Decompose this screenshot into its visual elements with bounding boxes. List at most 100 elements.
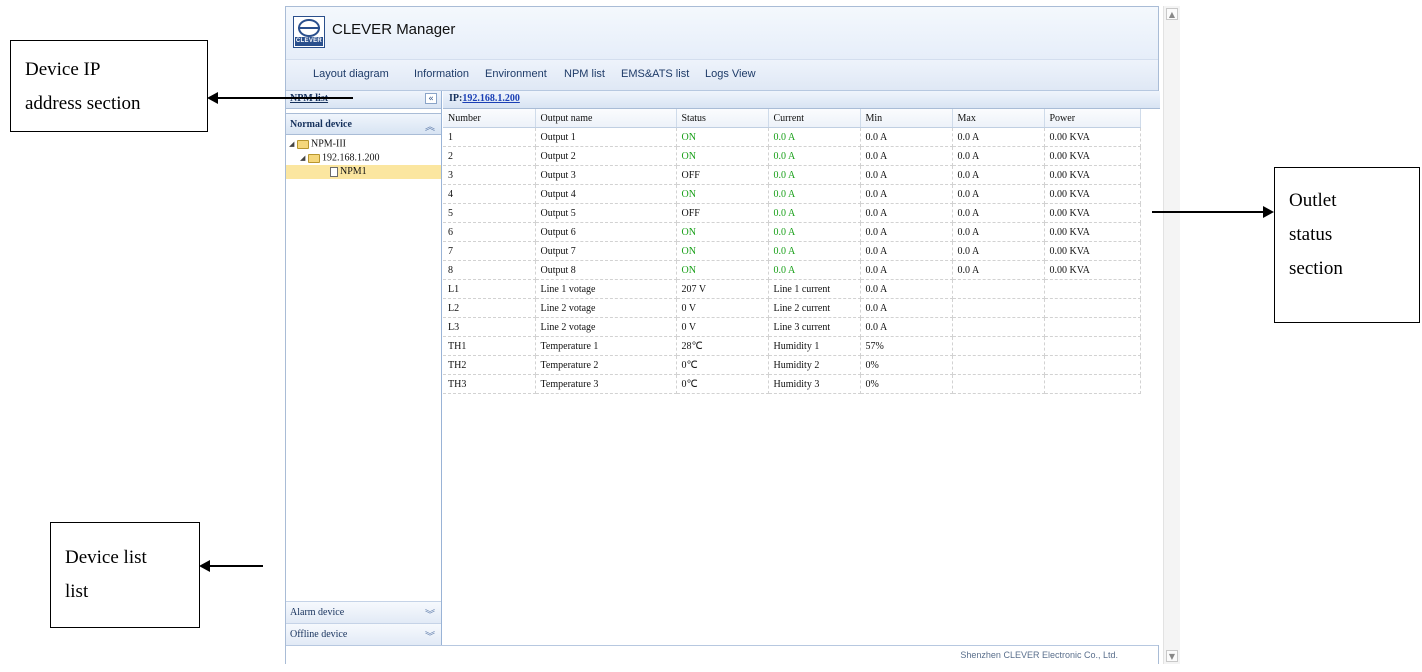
- menu-environment[interactable]: Environment: [485, 68, 547, 80]
- table-cell: 0.0 A: [860, 127, 953, 147]
- table-row[interactable]: 1 Output 1 ON 0.0 A 0.0 A 0.0 A 0.00 KVA: [443, 127, 1141, 147]
- table-cell: Line 2 votage: [535, 317, 677, 337]
- table-row[interactable]: L2 Line 2 votage 0 V Line 2 current 0.0 A: [443, 298, 1141, 318]
- callout-line: Device list: [65, 547, 147, 568]
- table-cell: 0%: [860, 355, 953, 375]
- menu-ems-ats-list[interactable]: EMS&ATS list: [621, 68, 689, 80]
- scroll-up-icon[interactable]: ▲: [1166, 8, 1178, 20]
- table-cell: Line 1 current: [768, 279, 861, 299]
- table-cell: 0.0 A: [768, 127, 861, 147]
- menu-logs-view[interactable]: Logs View: [705, 68, 756, 80]
- column-header[interactable]: Power: [1044, 109, 1141, 128]
- expanded-triangle-icon[interactable]: ◢: [289, 137, 297, 151]
- ip-prefix: IP:: [449, 93, 463, 104]
- expand-section-icon[interactable]: ︾: [425, 606, 435, 621]
- column-header[interactable]: Max: [952, 109, 1045, 128]
- table-row[interactable]: 4 Output 4 ON 0.0 A 0.0 A 0.0 A 0.00 KVA: [443, 184, 1141, 204]
- table-cell: 0.00 KVA: [1044, 222, 1141, 242]
- scroll-down-icon[interactable]: ▼: [1166, 650, 1178, 662]
- table-row[interactable]: TH2 Temperature 2 0℃ Humidity 2 0%: [443, 355, 1141, 375]
- expanded-triangle-icon[interactable]: ◢: [300, 151, 308, 165]
- table-cell: 8: [443, 260, 536, 280]
- table-cell: ON: [676, 222, 769, 242]
- table-cell: 0.0 A: [860, 165, 953, 185]
- table-cell: ON: [676, 127, 769, 147]
- table-cell: 0.0 A: [860, 317, 953, 337]
- callout-line: address section: [25, 93, 141, 114]
- table-cell: 0.0 A: [952, 127, 1045, 147]
- table-cell: Output 1: [535, 127, 677, 147]
- table-cell: [1044, 336, 1141, 356]
- column-header[interactable]: Output name: [535, 109, 677, 128]
- table-row[interactable]: L3 Line 2 votage 0 V Line 3 current 0.0 A: [443, 317, 1141, 337]
- table-row[interactable]: 2 Output 2 ON 0.0 A 0.0 A 0.0 A 0.00 KVA: [443, 146, 1141, 166]
- device-list-panel: NPM list « Normal device ︽ ◢ NPM-III ◢ 192…: [286, 91, 442, 645]
- table-cell: 0.0 A: [860, 146, 953, 166]
- menu-layout-diagram[interactable]: Layout diagram: [313, 68, 389, 80]
- table-cell: 0.0 A: [860, 222, 953, 242]
- table-cell: 207 V: [676, 279, 769, 299]
- column-header[interactable]: Min: [860, 109, 953, 128]
- table-cell: Humidity 2: [768, 355, 861, 375]
- offline-device-label: Offline device: [290, 629, 348, 640]
- table-row[interactable]: 8 Output 8 ON 0.0 A 0.0 A 0.0 A 0.00 KVA: [443, 260, 1141, 280]
- table-row[interactable]: 7 Output 7 ON 0.0 A 0.0 A 0.0 A 0.00 KVA: [443, 241, 1141, 261]
- expand-section-icon[interactable]: ︾: [425, 628, 435, 643]
- table-cell: 6: [443, 222, 536, 242]
- table-cell: ON: [676, 260, 769, 280]
- arrow-right-icon: [1263, 206, 1274, 218]
- table-row[interactable]: TH1 Temperature 1 28℃ Humidity 1 57%: [443, 336, 1141, 356]
- collapse-section-icon[interactable]: ︽: [425, 118, 435, 133]
- document-icon: [330, 166, 338, 177]
- table-cell: 0.0 A: [952, 203, 1045, 223]
- normal-device-section[interactable]: Normal device ︽: [286, 113, 441, 135]
- collapse-panel-icon[interactable]: «: [425, 93, 437, 104]
- alarm-device-label: Alarm device: [290, 607, 345, 618]
- footer: Shenzhen CLEVER Electronic Co., Ltd.: [286, 645, 1158, 666]
- table-row[interactable]: 6 Output 6 ON 0.0 A 0.0 A 0.0 A 0.00 KVA: [443, 222, 1141, 242]
- menu-information[interactable]: Information: [414, 68, 469, 80]
- table-cell: [1044, 279, 1141, 299]
- table-cell: Temperature 1: [535, 336, 677, 356]
- ip-address-link[interactable]: 192.168.1.200: [462, 93, 520, 104]
- outlet-status-panel: IP:192.168.1.200 Number Output name Status…: [443, 91, 1160, 645]
- table-cell: 0 V: [676, 317, 769, 337]
- table-cell: [1044, 298, 1141, 318]
- offline-device-section[interactable]: Offline device ︾: [286, 623, 441, 645]
- table-cell: 0.00 KVA: [1044, 146, 1141, 166]
- table-cell: Output 5: [535, 203, 677, 223]
- table-cell: L3: [443, 317, 536, 337]
- table-cell: Output 3: [535, 165, 677, 185]
- column-header[interactable]: Current: [768, 109, 861, 128]
- tree-node-npm1[interactable]: NPM1: [286, 165, 441, 179]
- table-cell: 0.00 KVA: [1044, 203, 1141, 223]
- tree-node-npm-iii[interactable]: ◢ NPM-III: [289, 137, 346, 151]
- table-row[interactable]: TH3 Temperature 3 0℃ Humidity 3 0%: [443, 374, 1141, 394]
- column-header[interactable]: Status: [676, 109, 769, 128]
- tree-node-ip[interactable]: ◢ 192.168.1.200: [300, 151, 380, 165]
- device-list-callout: Device list list: [50, 522, 200, 628]
- arrow-line: [208, 565, 263, 567]
- table-cell: 0.0 A: [952, 241, 1045, 261]
- table-cell: 0.0 A: [860, 184, 953, 204]
- table-cell: 0.0 A: [860, 260, 953, 280]
- table-cell: 57%: [860, 336, 953, 356]
- column-header[interactable]: Number: [443, 109, 536, 128]
- table-cell: 1: [443, 127, 536, 147]
- table-cell: 0.0 A: [768, 146, 861, 166]
- npm-list-header: NPM list «: [286, 91, 441, 109]
- ip-address-bar: IP:192.168.1.200: [443, 91, 1160, 109]
- table-row[interactable]: 3 Output 3 OFF 0.0 A 0.0 A 0.0 A 0.00 KVA: [443, 165, 1141, 185]
- table-cell: [1044, 355, 1141, 375]
- menu-npm-list[interactable]: NPM list: [564, 68, 605, 80]
- table-cell: 2: [443, 146, 536, 166]
- table-cell: Output 6: [535, 222, 677, 242]
- table-row[interactable]: 5 Output 5 OFF 0.0 A 0.0 A 0.0 A 0.00 KVA: [443, 203, 1141, 223]
- table-row[interactable]: L1 Line 1 votage 207 V Line 1 current 0.0 A: [443, 279, 1141, 299]
- ip-section-callout: Device IP address section: [10, 40, 208, 132]
- callout-line: Device IP: [25, 59, 101, 80]
- alarm-device-section[interactable]: Alarm device ︾: [286, 601, 441, 623]
- page-scrollbar[interactable]: ▲ ▼: [1163, 6, 1180, 664]
- app-header: CLEVER CLEVER Manager: [286, 7, 1158, 59]
- table-cell: ON: [676, 146, 769, 166]
